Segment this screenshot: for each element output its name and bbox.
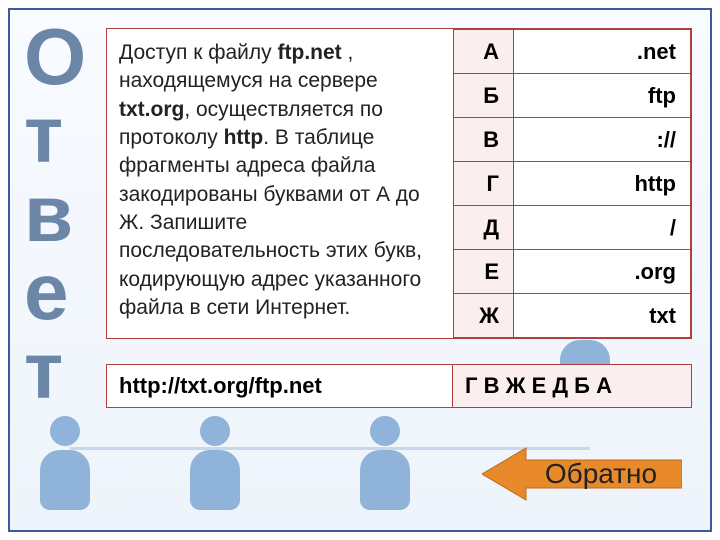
fragment-value: ftp (514, 74, 691, 118)
answer-url: http://txt.org/ftp.net (107, 365, 453, 407)
fragments-tbody: А.netБftpВ://ГhttpД/Е.orgЖtxt (454, 30, 691, 338)
q-bold: ftp.net (278, 41, 342, 64)
answer-row: http://txt.org/ftp.net Г В Ж Е Д Б А (106, 364, 692, 408)
title-letter: т (24, 332, 94, 410)
slide-frame: Ответ Доступ к файлу ftp.net , находящем… (8, 8, 712, 532)
fragment-value: / (514, 206, 691, 250)
title-letter: е (24, 253, 94, 331)
fragment-letter: Г (454, 162, 514, 206)
answer-sequence: Г В Ж Е Д Б А (453, 365, 691, 407)
back-button[interactable]: Обратно (482, 446, 682, 502)
fragment-letter: Д (454, 206, 514, 250)
slide-title-vertical: Ответ (24, 18, 94, 410)
q-part: . В таблице фрагменты адреса файла закод… (119, 126, 422, 319)
title-letter: т (24, 96, 94, 174)
table-row: В:// (454, 118, 691, 162)
fragment-letter: А (454, 30, 514, 74)
fragment-value: :// (514, 118, 691, 162)
fragment-letter: Е (454, 250, 514, 294)
table-row: Бftp (454, 74, 691, 118)
question-text: Доступ к файлу ftp.net , находящемуся на… (107, 29, 453, 338)
fragment-value: http (514, 162, 691, 206)
q-part: Доступ к файлу (119, 41, 278, 64)
arrow-left-icon (482, 446, 682, 502)
fragment-letter: В (454, 118, 514, 162)
fragment-value: .org (514, 250, 691, 294)
table-row: А.net (454, 30, 691, 74)
table-row: Д/ (454, 206, 691, 250)
q-bold: http (224, 126, 264, 149)
fragment-value: .net (514, 30, 691, 74)
fragments-table: А.netБftpВ://ГhttpД/Е.orgЖtxt (453, 29, 691, 338)
table-row: Е.org (454, 250, 691, 294)
fragment-value: txt (514, 294, 691, 338)
table-row: Гhttp (454, 162, 691, 206)
table-row: Жtxt (454, 294, 691, 338)
q-bold: txt.org (119, 98, 184, 121)
title-letter: О (24, 18, 94, 96)
question-box: Доступ к файлу ftp.net , находящемуся на… (106, 28, 692, 339)
fragment-letter: Б (454, 74, 514, 118)
fragment-letter: Ж (454, 294, 514, 338)
title-letter: в (24, 175, 94, 253)
